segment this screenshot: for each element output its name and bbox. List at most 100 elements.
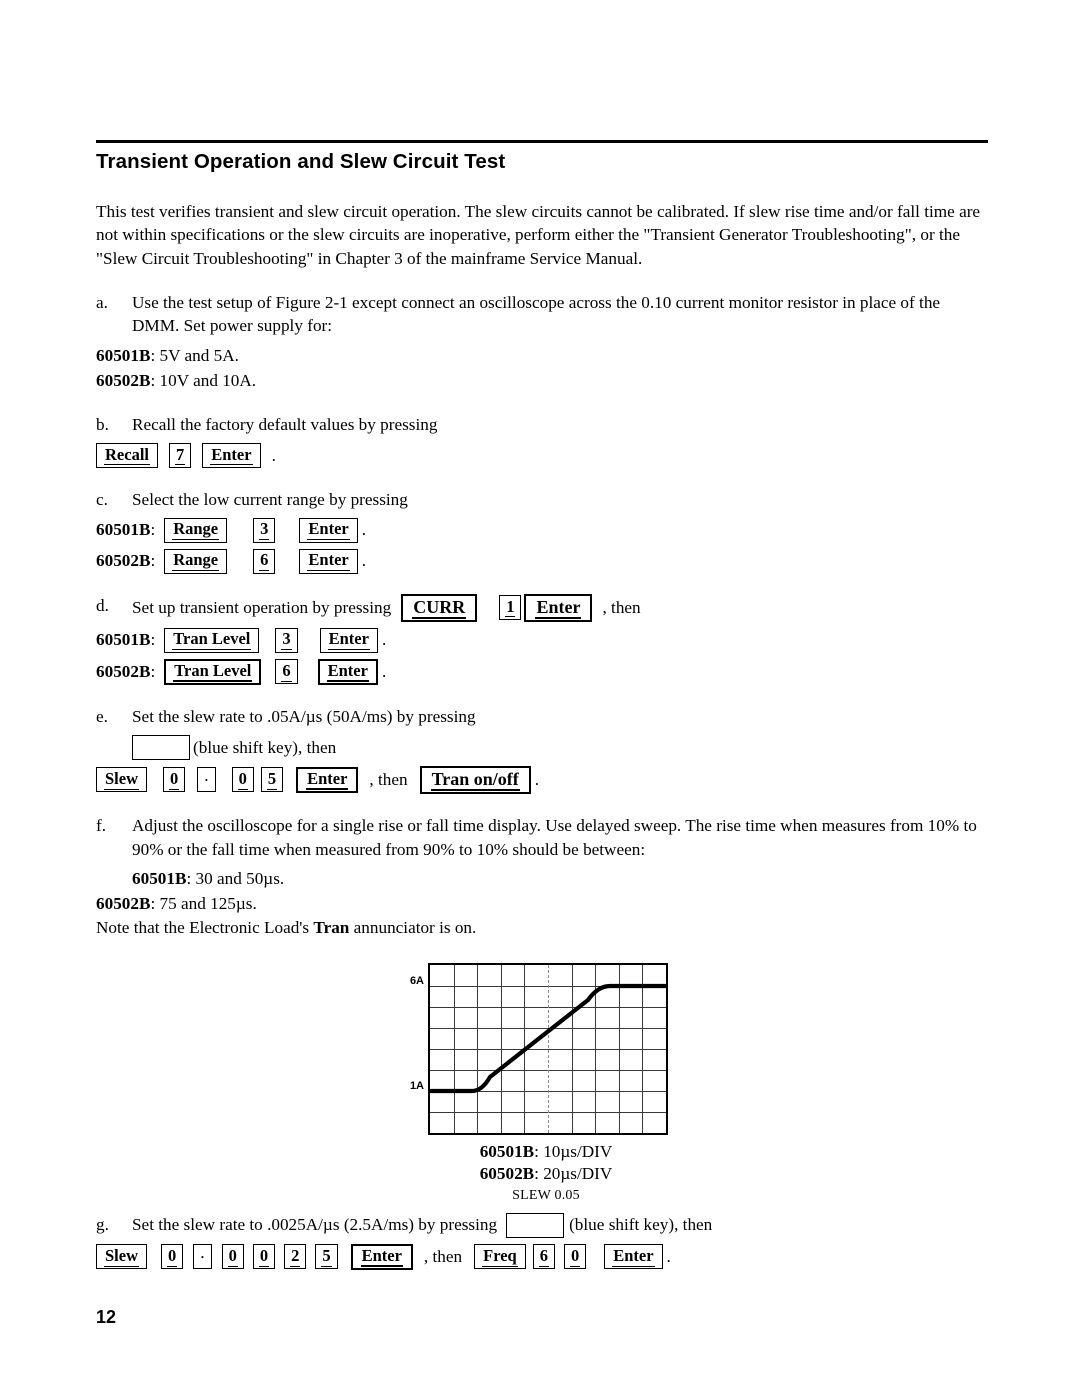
figure-caption: 60501B: 10µs/DIV 60502B: 20µs/DIV SLEW 0… <box>396 1141 696 1206</box>
key-enter[interactable]: Enter <box>202 442 261 468</box>
colon: : <box>150 520 156 540</box>
step-c: c. Select the low current range by press… <box>96 488 988 512</box>
page-content: Transient Operation and Slew Circuit Tes… <box>96 140 988 1270</box>
step-g-first-line: Set the slew rate to .0025A/µs (2.5A/ms)… <box>132 1212 988 1238</box>
key-blue-shift[interactable] <box>506 1212 565 1238</box>
key-enter[interactable]: Enter <box>299 548 358 574</box>
key-freq[interactable]: Freq <box>474 1244 526 1270</box>
step-f-text: Adjust the oscilloscope for a single ris… <box>132 815 977 859</box>
key-1[interactable]: 1 <box>499 595 522 621</box>
model-60502b: 60502B <box>96 551 151 571</box>
step-g-shift-note: (blue shift key), then <box>569 1215 713 1235</box>
key-range[interactable]: Range <box>164 548 228 574</box>
key-6[interactable]: 6 <box>275 659 298 685</box>
key-0[interactable]: 0 <box>252 1244 276 1270</box>
key-0[interactable]: 0 <box>163 767 186 793</box>
model-60502b: 60502B <box>96 370 151 390</box>
step-g-then: , then <box>423 1247 463 1267</box>
oscilloscope-figure: 6A 1A 60501B: 10µs/DIV 60502B: 20µs/DIV … <box>96 962 988 1211</box>
model-60501b: 60501B <box>96 630 151 650</box>
step-e-shift-row: (blue shift key), then <box>132 734 988 760</box>
step-e-shift-note: (blue shift key), then <box>193 737 337 757</box>
step-f-note: Note that the Electronic Load's Tran ann… <box>96 916 988 940</box>
step-b: b. Recall the factory default values by … <box>96 413 988 437</box>
key-tran-on-off[interactable]: Tran on/off <box>419 765 531 794</box>
step-c-text: Select the low current range by pressing <box>132 489 408 509</box>
step-d-row-60502b: 60502B : Tran Level 6 Enter . <box>96 658 988 686</box>
note-prefix: Note that the Electronic Load's <box>96 918 314 938</box>
page-number: 12 <box>96 1307 117 1327</box>
step-d: d. Set up transient operation by pressin… <box>96 593 988 622</box>
key-enter[interactable]: Enter <box>299 517 358 543</box>
caption-slew: SLEW 0.05 <box>512 1187 580 1203</box>
scope-wrapper: 6A 1A <box>410 962 669 1135</box>
key-decimal-point[interactable]: · <box>193 1244 212 1270</box>
step-b-letter: b. <box>96 415 109 435</box>
model-60501b: 60501B <box>96 520 151 540</box>
key-tran-level[interactable]: Tran Level <box>164 627 260 653</box>
step-a-spec-60502b: 60502B: 10V and 10A. <box>96 369 988 393</box>
key-enter[interactable]: Enter <box>350 1243 413 1270</box>
step-d-row-60501b: 60501B : Tran Level 3 Enter . <box>96 627 988 653</box>
y-axis-label-6a: 6A <box>409 974 424 987</box>
model-60501b: 60501B <box>479 1141 535 1161</box>
step-a-spec-60502b-value: : 10V and 10A. <box>150 370 257 390</box>
key-7[interactable]: 7 <box>168 442 192 468</box>
model-60501b: 60501B <box>132 869 187 889</box>
step-b-key-sequence: Recall 7 Enter . <box>96 442 988 468</box>
step-g: g. Set the slew rate to .0025A/µs (2.5A/… <box>96 1212 988 1238</box>
key-enter[interactable]: Enter <box>319 627 378 653</box>
key-recall[interactable]: Recall <box>96 442 158 468</box>
key-slew[interactable]: Slew <box>96 767 147 793</box>
step-e-letter: e. <box>96 707 108 727</box>
y-axis-label-1a: 1A <box>409 1079 424 1092</box>
step-d-then: , then <box>602 597 641 617</box>
key-0[interactable]: 0 <box>161 1244 184 1270</box>
key-range[interactable]: Range <box>164 517 228 543</box>
period: . <box>666 1247 671 1267</box>
note-suffix: annunciator is on. <box>349 918 477 938</box>
step-a-spec-60501b-value: : 5V and 5A. <box>150 346 239 366</box>
document-page: Transient Operation and Slew Circuit Tes… <box>0 0 1080 1397</box>
key-6[interactable]: 6 <box>253 548 276 574</box>
key-enter[interactable]: Enter <box>296 766 359 794</box>
step-f: f. Adjust the oscilloscope for a single … <box>96 814 988 861</box>
key-0[interactable]: 0 <box>221 1244 244 1270</box>
key-blue-shift[interactable] <box>132 734 190 760</box>
key-5[interactable]: 5 <box>315 1244 338 1270</box>
step-f-letter: f. <box>96 815 107 835</box>
key-enter[interactable]: Enter <box>524 593 593 622</box>
key-enter[interactable]: Enter <box>604 1244 663 1270</box>
key-0[interactable]: 0 <box>563 1244 587 1270</box>
model-60502b: 60502B <box>479 1164 535 1184</box>
key-slew[interactable]: Slew <box>96 1244 147 1270</box>
page-title: Transient Operation and Slew Circuit Tes… <box>96 150 506 173</box>
key-3[interactable]: 3 <box>253 517 276 543</box>
step-e: e. Set the slew rate to .05A/µs (50A/ms)… <box>96 705 988 729</box>
caption-60502b-value: : 20µs/DIV <box>534 1164 613 1184</box>
caption-60501b-value: : 10µs/DIV <box>534 1141 613 1161</box>
step-d-text: Set up transient operation by pressing <box>132 597 392 617</box>
step-c-row-60501b: 60501B : Range 3 Enter . <box>96 517 988 543</box>
period: . <box>361 520 367 540</box>
period: . <box>381 630 387 650</box>
step-e-then: , then <box>369 770 408 790</box>
step-b-text: Recall the factory default values by pre… <box>132 415 438 435</box>
colon: : <box>150 630 156 650</box>
key-6[interactable]: 6 <box>532 1244 555 1270</box>
step-d-letter: d. <box>96 595 109 615</box>
model-60502b: 60502B <box>96 662 151 682</box>
key-curr[interactable]: CURR <box>401 593 478 622</box>
key-decimal-point[interactable]: · <box>197 767 216 793</box>
key-3[interactable]: 3 <box>275 627 298 653</box>
oscilloscope-grid <box>427 962 669 1135</box>
period: . <box>534 770 540 790</box>
key-2[interactable]: 2 <box>284 1244 307 1270</box>
step-d-inline: Set up transient operation by pressing C… <box>132 593 988 622</box>
key-enter[interactable]: Enter <box>317 658 378 686</box>
waveform-trace <box>427 983 669 1093</box>
key-5[interactable]: 5 <box>260 767 284 793</box>
step-f-spec-60502b: 60502B: 75 and 125µs. <box>96 892 988 916</box>
key-0[interactable]: 0 <box>231 767 254 793</box>
key-tran-level[interactable]: Tran Level <box>164 658 262 686</box>
